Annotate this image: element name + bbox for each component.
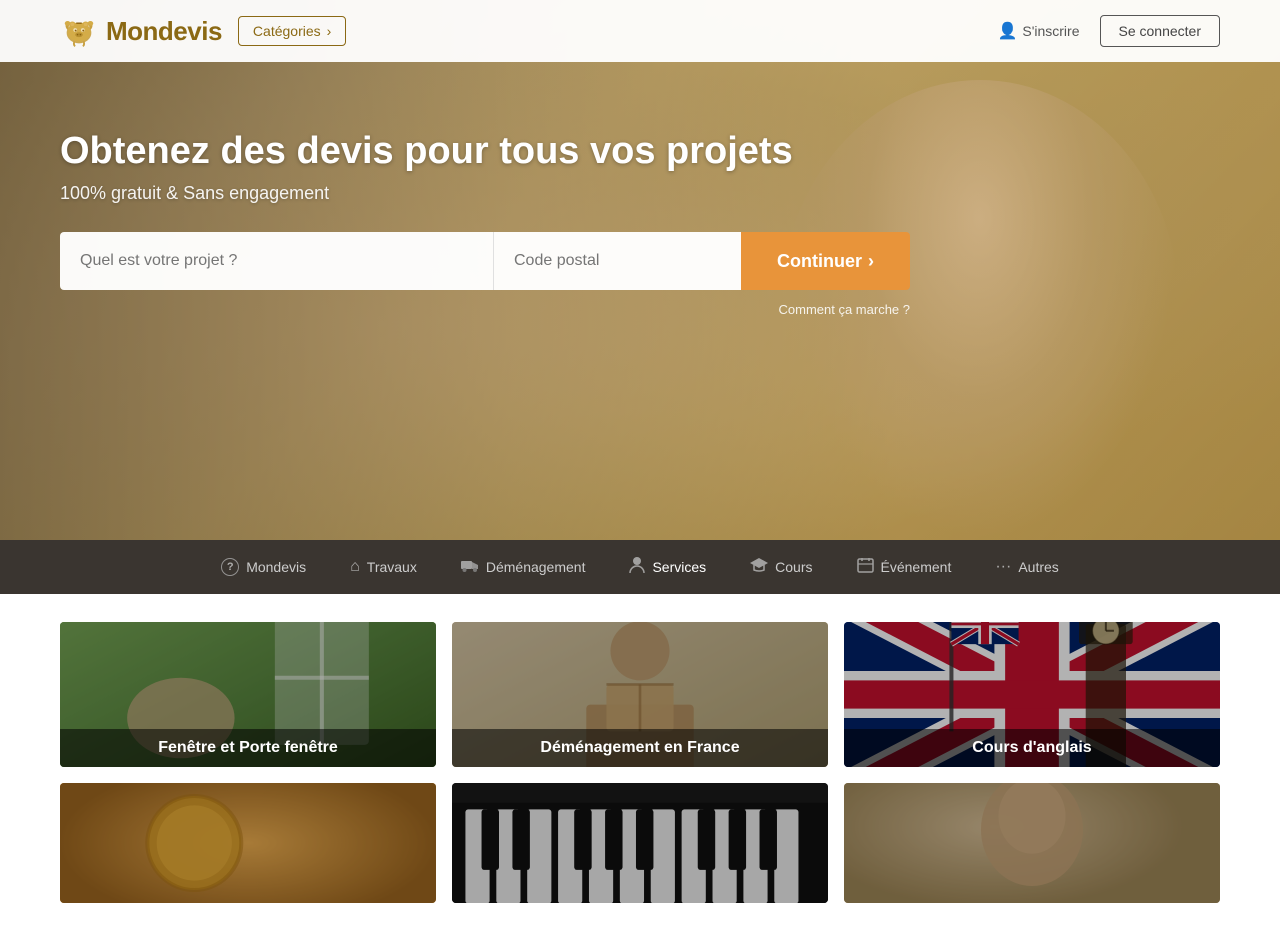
calendar-icon	[857, 557, 874, 578]
more-icon: ···	[995, 558, 1011, 576]
connect-label: Se connecter	[1119, 23, 1202, 39]
how-it-works-link[interactable]: Comment ça marche ?	[60, 302, 910, 317]
search-button[interactable]: Continuer ›	[741, 232, 910, 290]
truck-icon	[461, 558, 479, 577]
services-icon	[629, 556, 645, 579]
card-6-overlay	[844, 783, 1220, 903]
header: Mondevis Catégories › 👤 S'inscrire Se co…	[0, 0, 1280, 62]
graduation-icon	[750, 558, 768, 577]
hero-subtitle: 100% gratuit & Sans engagement	[60, 183, 1220, 204]
card-anglais-label: Cours d'anglais	[844, 729, 1220, 767]
card-demenagement-label: Déménagement en France	[452, 729, 828, 767]
card-demenagement[interactable]: Déménagement en France	[452, 622, 828, 767]
house-icon: ⌂	[350, 558, 360, 576]
cards-grid: Fenêtre et Porte fenêtre	[60, 622, 1220, 903]
categories-button[interactable]: Catégories ›	[238, 16, 346, 46]
user-icon: 👤	[997, 21, 1017, 41]
search-button-label: Continuer	[777, 251, 862, 272]
search-postal-input[interactable]	[493, 232, 741, 290]
nav-label-services: Services	[652, 559, 706, 575]
card-5[interactable]	[452, 783, 828, 903]
search-project-input[interactable]	[60, 232, 493, 290]
card-6[interactable]	[844, 783, 1220, 903]
signin-link[interactable]: 👤 S'inscrire	[997, 21, 1079, 41]
signin-label: S'inscrire	[1022, 23, 1079, 39]
card-4-overlay	[60, 783, 436, 903]
nav-label-demenagement: Déménagement	[486, 559, 586, 575]
nav-item-mondevis[interactable]: ? Mondevis	[199, 540, 328, 594]
nav-item-travaux[interactable]: ⌂ Travaux	[328, 540, 439, 594]
categories-label: Catégories	[253, 23, 321, 39]
connect-button[interactable]: Se connecter	[1100, 15, 1221, 47]
header-right: 👤 S'inscrire Se connecter	[997, 15, 1220, 47]
logo-area: Mondevis	[60, 12, 222, 50]
question-icon: ?	[221, 558, 239, 576]
hero-title: Obtenez des devis pour tous vos projets	[60, 130, 1220, 173]
logo-text: Mondevis	[106, 16, 222, 47]
search-bar: Continuer ›	[60, 232, 910, 290]
nav-item-evenement[interactable]: Événement	[835, 540, 974, 594]
search-button-arrow: ›	[868, 251, 874, 272]
nav-label-autres: Autres	[1018, 559, 1058, 575]
nav-label-travaux: Travaux	[367, 559, 417, 575]
cards-section: Fenêtre et Porte fenêtre	[0, 594, 1280, 931]
nav-item-cours[interactable]: Cours	[728, 540, 834, 594]
nav-label-mondevis: Mondevis	[246, 559, 306, 575]
category-nav: ? Mondevis ⌂ Travaux Déménagement Servic…	[0, 540, 1280, 594]
card-4[interactable]	[60, 783, 436, 903]
nav-item-autres[interactable]: ··· Autres	[973, 540, 1080, 594]
card-fenetre-label: Fenêtre et Porte fenêtre	[60, 729, 436, 767]
card-fenetre[interactable]: Fenêtre et Porte fenêtre	[60, 622, 436, 767]
hero-section: Obtenez des devis pour tous vos projets …	[0, 0, 1280, 540]
nav-label-evenement: Événement	[881, 559, 952, 575]
logo-icon	[60, 12, 98, 50]
nav-item-services[interactable]: Services	[607, 540, 728, 594]
categories-arrow: ›	[327, 23, 332, 39]
nav-label-cours: Cours	[775, 559, 812, 575]
card-anglais[interactable]: Cours d'anglais	[844, 622, 1220, 767]
nav-item-demenagement[interactable]: Déménagement	[439, 540, 608, 594]
card-5-overlay	[452, 783, 828, 903]
